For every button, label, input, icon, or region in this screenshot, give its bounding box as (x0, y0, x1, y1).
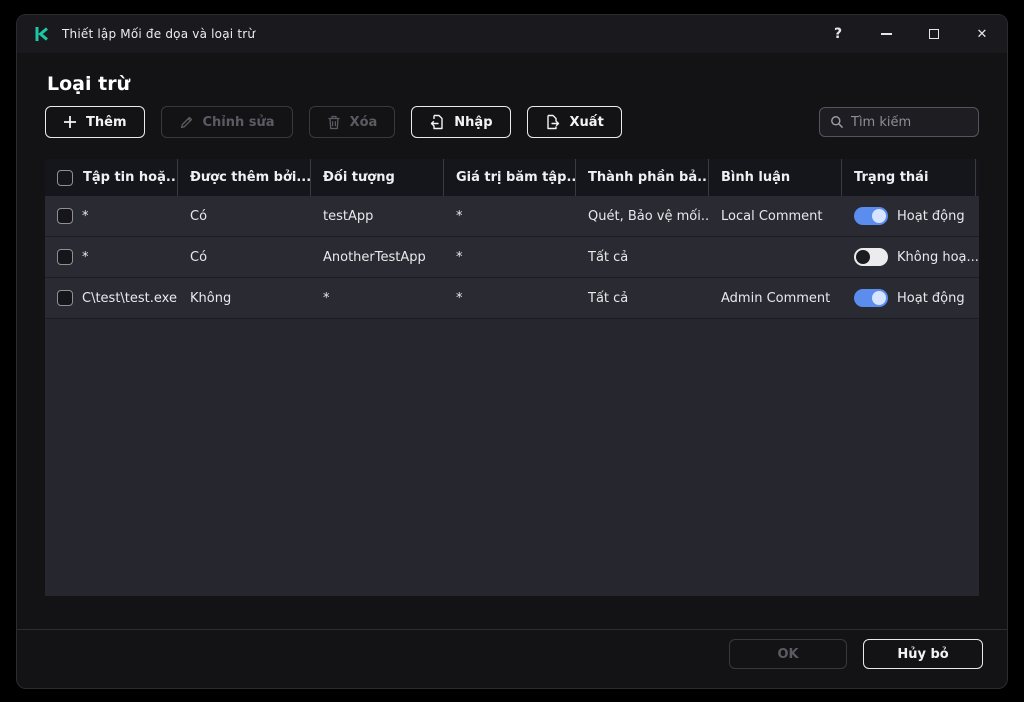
cell-hash: * (456, 208, 463, 224)
cell-file: * (82, 208, 89, 224)
delete-button[interactable]: Xóa (308, 106, 396, 138)
trash-icon (328, 115, 340, 129)
footer: OK Hủy bỏ (729, 639, 983, 669)
row-checkbox[interactable] (57, 249, 73, 265)
close-icon: ✕ (976, 26, 988, 42)
search-icon (831, 116, 844, 129)
table-row[interactable]: C\test\test.exe Không * * Tất cả Admin C… (45, 278, 979, 319)
cell-added-by: Không (190, 290, 232, 306)
cell-status: Hoạt động (897, 208, 965, 224)
cell-component: Tất cả (588, 249, 629, 265)
cell-added-by: Có (190, 249, 208, 265)
cell-comment: Local Comment (721, 208, 823, 224)
cancel-button[interactable]: Hủy bỏ (863, 639, 983, 669)
row-checkbox[interactable] (57, 290, 73, 306)
dialog-window: Thiết lập Mối đe dọa và loại trừ ? ✕ Loạ… (16, 14, 1008, 689)
table-row[interactable]: * Có AnotherTestApp * Tất cả Không hoạ..… (45, 237, 979, 278)
search-box[interactable] (819, 107, 979, 137)
select-all-checkbox[interactable] (57, 169, 73, 186)
export-button[interactable]: Xuất (526, 106, 622, 138)
header-file[interactable]: Tập tin hoặ... (45, 159, 178, 196)
exclusions-table: Tập tin hoặ... Được thêm bởi... Đối tượn… (45, 159, 979, 596)
status-toggle[interactable] (854, 289, 888, 307)
cell-object: * (323, 290, 330, 306)
close-button[interactable]: ✕ (973, 25, 991, 43)
cell-added-by: Có (190, 208, 208, 224)
status-toggle[interactable] (854, 207, 888, 225)
header-object[interactable]: Đối tượng (311, 159, 444, 196)
toolbar: Thêm Chỉnh sửa Xóa Nhập Xuất Tìm kiếm (45, 106, 979, 138)
header-added-by[interactable]: Được thêm bởi... (178, 159, 311, 196)
cell-status: Hoạt động (897, 290, 965, 306)
export-icon (546, 114, 559, 130)
maximize-icon (929, 29, 939, 39)
table-header: Tập tin hoặ... Được thêm bởi... Đối tượn… (45, 159, 979, 196)
cell-file: C\test\test.exe (82, 290, 177, 306)
header-status[interactable]: Trạng thái (842, 159, 979, 196)
cell-component: Tất cả (588, 290, 629, 306)
toggle-knob (856, 250, 870, 264)
titlebar: Thiết lập Mối đe dọa và loại trừ ? ✕ (17, 15, 1007, 53)
minimize-button[interactable] (877, 25, 895, 43)
toggle-knob (872, 209, 886, 223)
cell-object: testApp (323, 208, 374, 224)
header-comment[interactable]: Bình luận (709, 159, 842, 196)
cell-comment (709, 237, 842, 277)
window-controls: ? ✕ (829, 25, 991, 43)
pencil-icon (180, 116, 192, 128)
cell-comment: Admin Comment (721, 290, 831, 306)
page-title: Loại trừ (47, 73, 131, 95)
add-button[interactable]: Thêm (45, 106, 145, 138)
cell-status: Không hoạ... (897, 249, 979, 265)
import-button[interactable]: Nhập (411, 106, 511, 138)
window-title: Thiết lập Mối đe dọa và loại trừ (62, 27, 256, 41)
toggle-knob (872, 291, 886, 305)
help-button[interactable]: ? (829, 25, 847, 43)
cell-object: AnotherTestApp (323, 249, 426, 265)
cell-hash: * (456, 290, 463, 306)
search-input[interactable] (851, 114, 968, 130)
ok-button[interactable]: OK (729, 639, 847, 669)
cell-hash: * (456, 249, 463, 265)
table-row[interactable]: * Có testApp * Quét, Bảo vệ mối... Local… (45, 196, 979, 237)
plus-icon (64, 116, 76, 128)
row-checkbox[interactable] (57, 208, 73, 224)
header-hash[interactable]: Giá trị băm tập... (444, 159, 576, 196)
cell-file: * (82, 249, 89, 265)
edit-button[interactable]: Chỉnh sửa (160, 106, 293, 138)
cell-component: Quét, Bảo vệ mối... (588, 208, 709, 224)
minimize-icon (880, 33, 892, 35)
maximize-button[interactable] (925, 25, 943, 43)
header-component[interactable]: Thành phần bả... (576, 159, 709, 196)
status-toggle[interactable] (854, 248, 888, 266)
footer-divider (17, 629, 1007, 630)
import-icon (431, 114, 443, 130)
kaspersky-logo-icon (35, 27, 48, 41)
